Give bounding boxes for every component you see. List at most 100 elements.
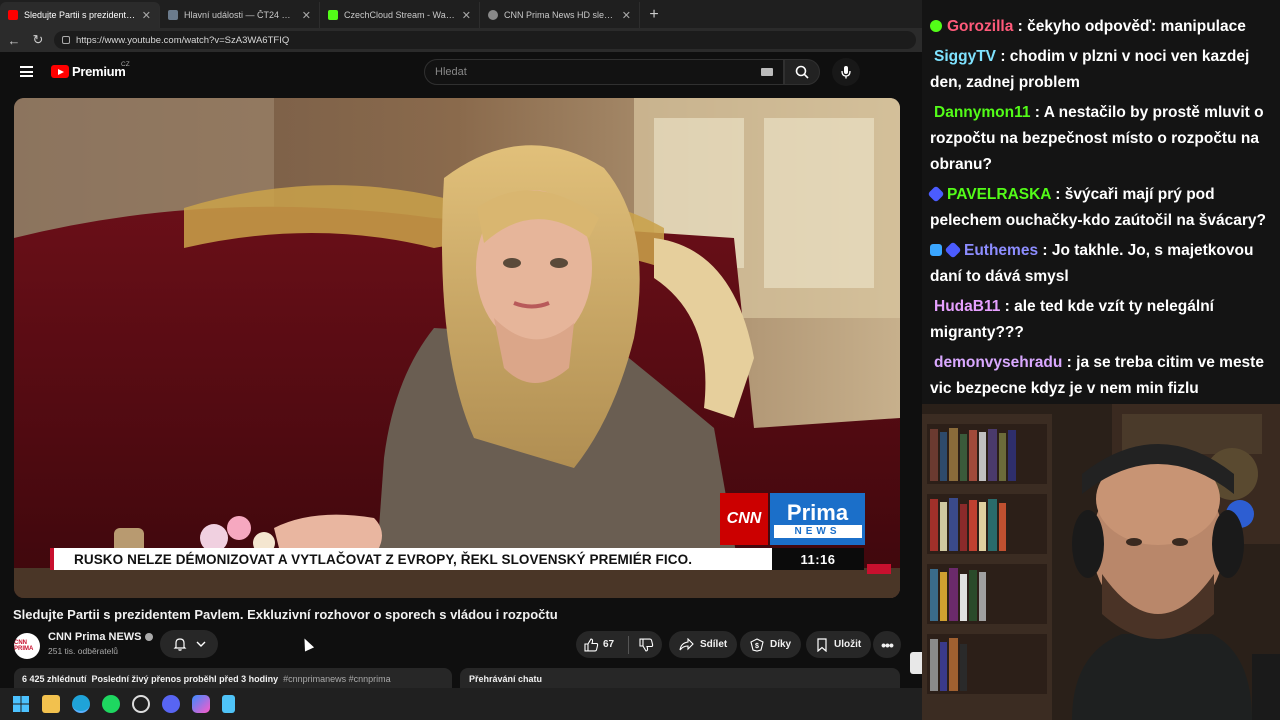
svg-text:$: $ [755,643,759,650]
like-icon[interactable] [584,637,599,652]
chat-username: SiggyTV [934,48,997,65]
chat-badge-icon [944,241,962,259]
youtube-header: Premium CZ Hledat [0,52,922,92]
chat-overlay: Gorozilla : čekyho odpověď: manipulace S… [922,0,1280,404]
corner-channel-logo-icon [867,564,891,574]
chat-replay-header[interactable]: Přehrávání chatu [460,668,900,688]
dislike-icon[interactable] [639,637,654,652]
search-input[interactable]: Hledat [424,59,784,85]
tab-cnn-prima[interactable]: CNN Prima News HD sledujte onl ✕ [480,2,640,28]
ct24-icon [168,10,178,20]
more-actions-button[interactable]: ••• [873,631,901,658]
news-ticker-headline: RUSKO NELZE DÉMONIZOVAT A VYTLAČOVAT Z E… [50,548,772,570]
chat-badge-icon [930,244,942,256]
close-icon[interactable]: ✕ [302,9,311,22]
voice-search-button[interactable] [832,58,860,86]
chat-message: HudaB11 : ale ted kde vzít ty nelegální … [930,298,1214,341]
like-count: 67 [602,639,615,650]
back-icon[interactable]: ← [6,33,22,48]
chat-badge-icon [927,185,945,203]
url-field[interactable]: https://www.youtube.com/watch?v=SzA3WA6T… [54,31,916,49]
notepad-icon[interactable] [222,695,235,713]
close-icon[interactable]: ✕ [142,9,151,22]
prima-logo-text: Prima [786,499,849,525]
chat-message: SiggyTV : chodim v plzni v noci ven kazd… [930,48,1250,91]
tab-czechcloud[interactable]: CzechCloud Stream - Watch Live o ✕ [320,2,480,28]
channel-avatar[interactable]: CNN PRIMA [14,633,40,659]
chevron-down-icon [196,641,205,647]
super-thanks-icon: $ [750,637,764,652]
video-player[interactable]: CNN Prima NEWS RUSKO NELZE DÉMONIZOVAT A… [14,98,900,598]
chat-message: demonvysehradu : ja se treba citim ve me… [930,354,1264,397]
address-bar: ← ↻ https://www.youtube.com/watch?v=SzA3… [0,28,922,52]
chat-message: Gorozilla : čekyho odpověď: manipulace [930,14,1272,40]
chat-message: Dannymon11 : A nestačilo by prostě mluvi… [930,104,1264,173]
chat-message: PAVELRASKA : švýcaři mají prý pod pelech… [927,182,1272,234]
hamburger-menu-icon[interactable] [20,66,33,77]
share-label: Sdílet [700,639,728,650]
close-icon[interactable]: ✕ [622,9,631,22]
chat-replay-label: Přehrávání chatu [469,674,543,684]
chat-username: HudaB11 [934,298,1001,315]
streamer-webcam [922,404,1280,720]
microphone-icon [841,66,851,79]
search-button[interactable] [784,59,820,85]
chat-username: PAVELRASKA [947,186,1051,203]
kick-icon [328,10,338,20]
youtube-logo-icon[interactable] [51,65,69,78]
share-button[interactable]: Sdílet [669,631,738,658]
tab-youtube[interactable]: Sledujte Partii s prezidentem Pavle ✕ [0,2,160,28]
save-label: Uložit [834,639,862,650]
view-count: 6 425 zhlédnutí [22,674,87,684]
tab-title: Hlavní události — ČT24 — Česká [184,10,296,20]
youtube-icon [8,10,18,20]
discord-icon[interactable] [162,695,180,713]
bookmark-icon [817,637,827,652]
cnn-logo: CNN [720,493,768,545]
broadcast-clock: 11:16 [772,548,864,570]
chat-username: Gorozilla [947,18,1014,35]
chat-username: Dannymon11 [934,104,1031,121]
new-tab-button[interactable]: + [640,2,668,28]
obs-icon[interactable] [132,695,150,713]
chat-badge-icon [930,20,942,32]
channel-name[interactable]: CNN Prima NEWS [48,631,153,643]
save-button[interactable]: Uložit [806,631,872,658]
tab-title: Sledujte Partii s prezidentem Pavle [24,10,136,20]
spotify-icon[interactable] [102,695,120,713]
file-explorer-icon[interactable] [42,695,60,713]
windows-start-icon[interactable] [12,695,30,713]
thanks-button[interactable]: $ Díky [740,631,802,658]
taskbar [0,688,922,720]
screen: Sledujte Partii s prezidentem Pavle ✕ Hl… [0,0,1280,720]
chat-username: Euthemes [964,242,1039,259]
edge-icon[interactable] [72,695,90,713]
tab-title: CzechCloud Stream - Watch Live o [344,10,456,20]
more-icon: ••• [881,636,894,653]
hashtags[interactable]: #cnnprimanews #cnnprima [283,674,391,684]
keyboard-icon[interactable] [761,68,773,76]
copilot-icon[interactable] [192,695,210,713]
browser-window: Sledujte Partii s prezidentem Pavle ✕ Hl… [0,0,922,688]
mouse-cursor-icon [299,636,315,652]
scroll-handle[interactable] [910,652,922,674]
tab-title: CNN Prima News HD sledujte onl [504,10,616,20]
reload-icon[interactable]: ↻ [30,32,46,48]
bell-icon [173,638,186,651]
verified-icon [144,633,153,642]
region-code: CZ [121,61,130,68]
video-description-bar[interactable]: 6 425 zhlédnutí Poslední živý přenos pro… [14,668,452,688]
prima-news-logo: Prima NEWS [770,493,865,545]
video-title: Sledujte Partii s prezidentem Pavlem. Ex… [13,607,558,622]
subscriber-count: 251 tis. odběratelů [48,646,118,656]
site-info-icon[interactable] [62,36,70,44]
search-placeholder: Hledat [435,66,467,78]
youtube-premium-logo[interactable]: Premium [72,64,126,79]
notifications-button[interactable] [160,630,218,658]
globe-icon [488,10,498,20]
thanks-label: Díky [770,639,792,650]
close-icon[interactable]: ✕ [462,9,471,22]
like-dislike-group: 67 [576,631,662,658]
chat-text: čekyho odpověď: manipulace [1027,18,1246,35]
tab-ct24[interactable]: Hlavní události — ČT24 — Česká ✕ [160,2,320,28]
